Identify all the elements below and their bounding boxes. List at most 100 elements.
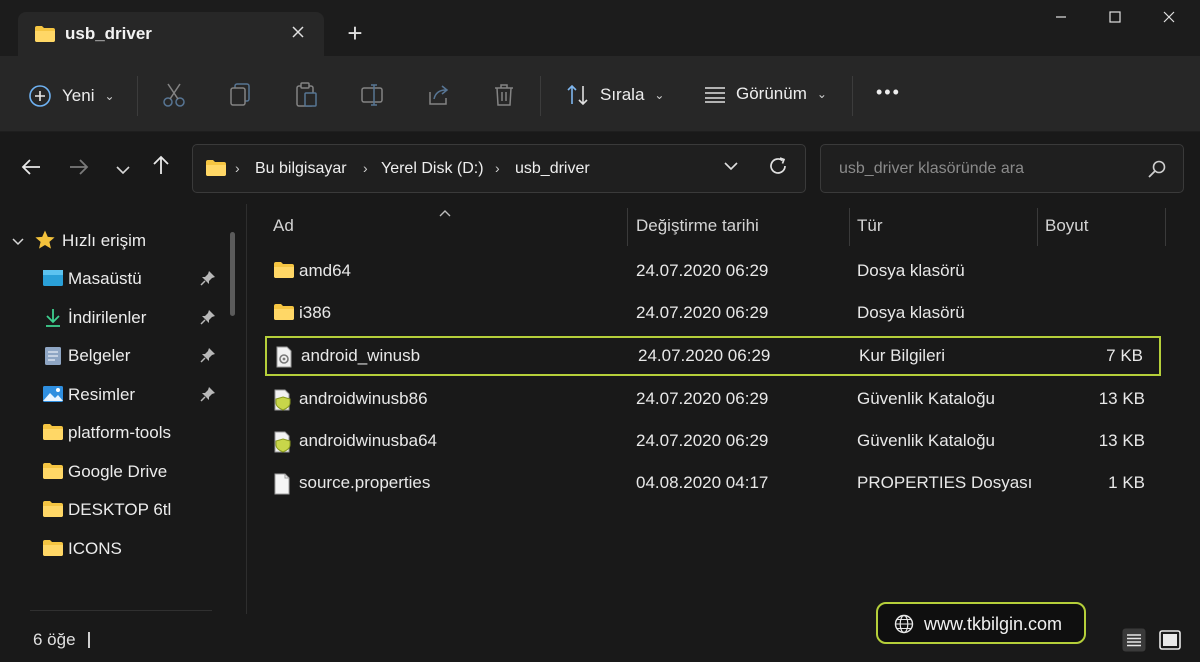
file-row-androidwinusb86[interactable]: androidwinusb86 24.07.2020 06:29 Güvenli… [265,380,1161,418]
sort-label: Sırala [600,85,645,104]
details-view-button[interactable] [1122,628,1146,652]
file-date: 24.07.2020 06:29 [636,389,769,408]
column-divider[interactable] [627,208,628,246]
file-icon [273,473,291,500]
details-view-icon [1122,628,1146,652]
recent-locations-button[interactable] [108,154,138,184]
tab-title: usb_driver [65,24,152,43]
file-type: Dosya klasörü [857,303,965,322]
column-divider[interactable] [1037,208,1038,246]
file-name: source.properties [299,473,431,492]
folder-icon [273,303,295,326]
file-row-androidwinusba64[interactable]: androidwinusba64 24.07.2020 06:29 Güvenl… [265,422,1161,460]
breadcrumb-item[interactable]: Yerel Disk (D:) [381,160,484,178]
column-header-name[interactable]: Ad [273,216,294,236]
column-header-date[interactable]: Değiştirme tarihi [636,216,759,236]
delete-icon[interactable] [492,82,516,113]
paste-icon[interactable] [294,82,318,113]
large-icons-view-button[interactable] [1158,628,1182,652]
globe-icon [894,614,914,639]
divider [137,76,138,116]
up-button[interactable] [146,154,176,184]
divider [540,76,541,116]
large-icons-view-icon [1159,630,1181,650]
sidebar-item-downloads[interactable]: İndirilenler [0,299,230,335]
file-row-source-properties[interactable]: source.properties 04.08.2020 04:17 PROPE… [265,464,1161,502]
new-button[interactable]: Yeni ⌄ [28,84,115,108]
file-size: 13 KB [1098,389,1145,408]
sidebar-item-desktop[interactable]: Masaüstü [0,260,230,296]
sidebar-item-platform-tools[interactable]: platform-tools [0,414,230,450]
column-header-size[interactable]: Boyut [1045,216,1088,236]
file-row-i386[interactable]: i386 24.07.2020 06:29 Dosya klasörü [265,294,1161,332]
file-size: 7 KB [1106,346,1143,365]
quick-access-label: Hızlı erişim [62,231,147,250]
watermark-badge: www.tkbilgin.com [876,602,1086,644]
column-divider[interactable] [1165,208,1166,246]
view-list-icon [705,87,725,103]
maximize-button[interactable] [1100,10,1130,32]
search-input[interactable] [839,157,1139,181]
search-box[interactable] [820,144,1184,193]
search-icon[interactable] [1147,159,1167,184]
sidebar-item-google-drive[interactable]: Google Drive [0,453,230,489]
breadcrumb-item[interactable]: Bu bilgisayar [255,160,347,178]
breadcrumb-separator: › [495,160,500,176]
file-type: Güvenlik Kataloğu [857,431,995,450]
divider [88,632,90,648]
sidebar-item-icons[interactable]: ICONS [0,530,230,566]
quick-access-header[interactable]: Hızlı erişim [0,222,230,258]
sort-button[interactable]: Sırala ⌄ [566,84,664,106]
sidebar-scrollbar[interactable] [230,232,235,316]
status-bar: 6 öğe www.tkbilgin.com [0,602,1200,662]
forward-button[interactable] [64,154,94,184]
file-size: 13 KB [1098,431,1145,450]
minimize-icon [1056,16,1066,18]
back-button[interactable] [16,154,46,184]
security-catalog-icon [273,389,293,416]
cut-icon[interactable] [162,82,186,113]
sidebar-item-desktop-6tl[interactable]: DESKTOP 6tl [0,491,230,527]
command-bar: Yeni ⌄ Sırala ⌄ Görünüm ⌄ ••• [0,56,1200,132]
rename-icon[interactable] [360,82,386,113]
sidebar-item-documents[interactable]: Belgeler [0,337,230,373]
sidebar-item-pictures[interactable]: Resimler [0,376,230,412]
sidebar-item-label: İndirilenler [68,308,147,327]
chevron-down-icon: ⌄ [104,89,115,103]
file-type: Dosya klasörü [857,261,965,280]
file-row-amd64[interactable]: amd64 24.07.2020 06:29 Dosya klasörü [265,252,1161,290]
arrow-left-icon [21,159,40,175]
file-row-android-winusb[interactable]: android_winusb 24.07.2020 06:29 Kur Bilg… [265,336,1161,376]
breadcrumb-item[interactable]: usb_driver [515,160,590,178]
file-date: 24.07.2020 06:29 [636,261,769,280]
divider [30,610,212,611]
close-tab-button[interactable] [286,21,310,45]
share-icon[interactable] [426,82,452,113]
close-icon [292,26,304,38]
address-bar[interactable]: › Bu bilgisayar › Yerel Disk (D:) › usb_… [192,144,806,193]
refresh-button[interactable] [767,155,789,183]
desktop-icon [42,269,64,292]
tab-usb-driver[interactable]: usb_driver [18,12,324,56]
setup-info-icon [275,346,293,373]
chevron-down-icon[interactable] [12,232,24,252]
close-icon [1163,11,1175,23]
sort-icon [567,84,588,106]
minimize-button[interactable] [1046,10,1076,32]
divider [852,76,853,116]
sort-ascending-icon [439,204,451,220]
copy-icon[interactable] [228,82,252,113]
folder-icon [42,500,64,523]
view-label: Görünüm [736,84,807,103]
folder-icon [42,462,64,485]
column-header-type[interactable]: Tür [857,216,883,236]
file-date: 24.07.2020 06:29 [636,303,769,322]
more-options-button[interactable]: ••• [876,82,901,103]
view-button[interactable]: Görünüm ⌄ [704,84,827,104]
close-window-button[interactable] [1154,10,1184,32]
address-history-button[interactable] [723,159,739,175]
new-tab-button[interactable]: + [340,18,370,48]
navigation-row: › Bu bilgisayar › Yerel Disk (D:) › usb_… [0,132,1200,204]
pin-icon [200,347,216,368]
column-divider[interactable] [849,208,850,246]
